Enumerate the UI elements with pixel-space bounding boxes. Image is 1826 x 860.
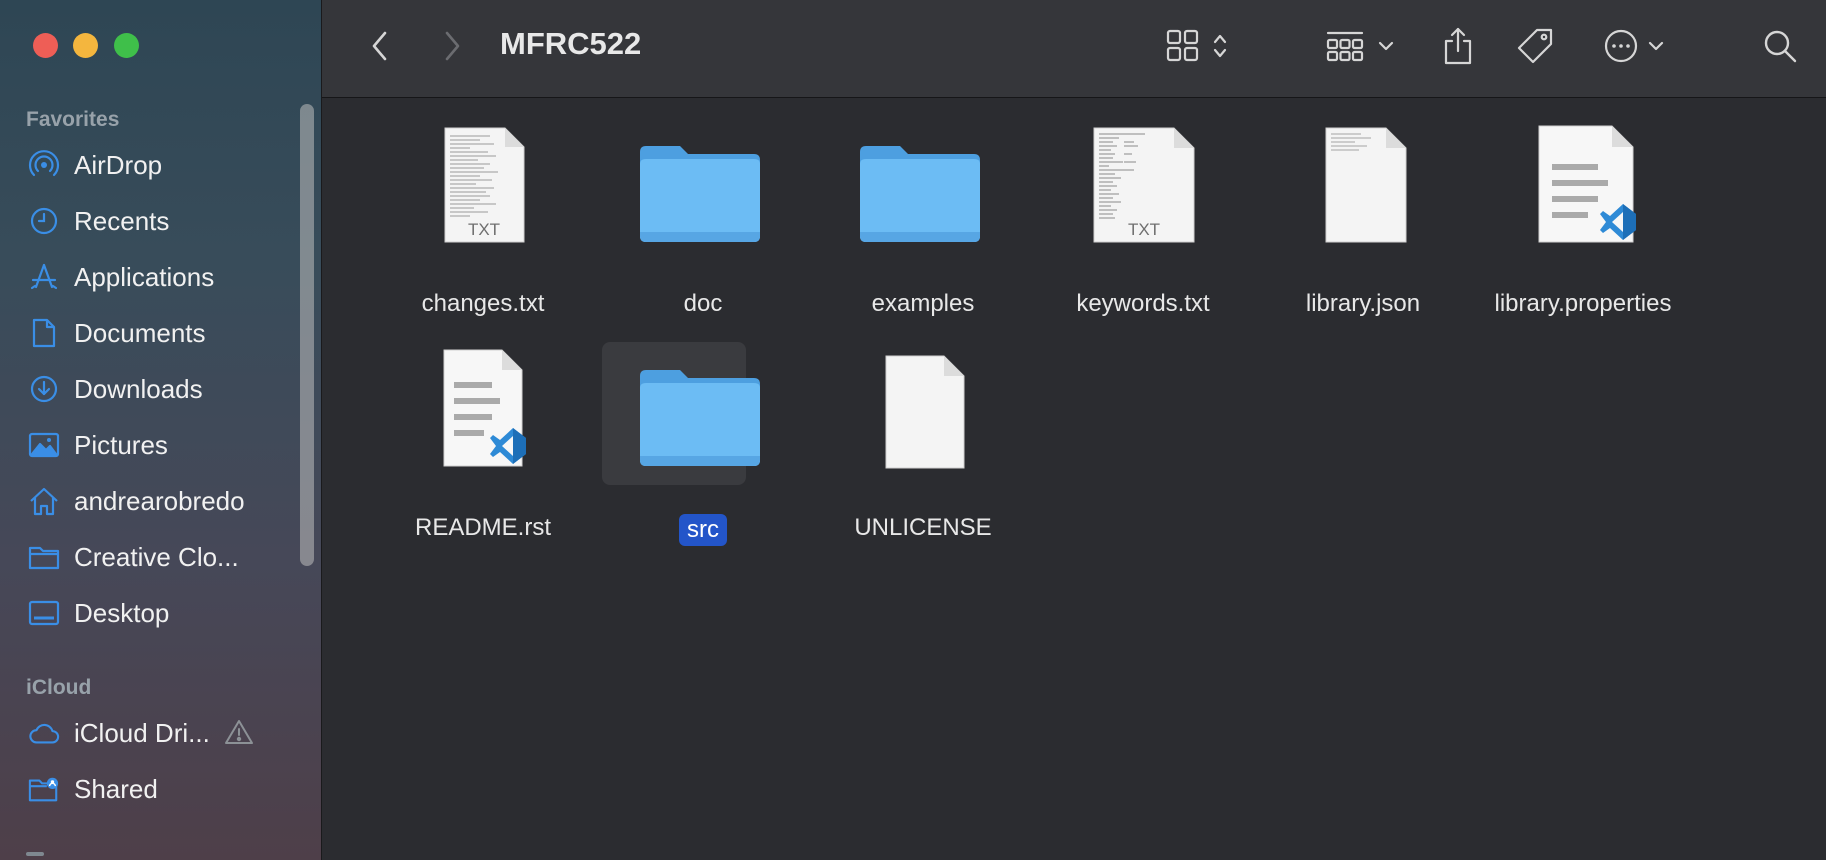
file-name: changes.txt <box>421 290 545 317</box>
zoom-window-button[interactable] <box>114 33 139 58</box>
tag-button[interactable] <box>1512 24 1558 68</box>
home-icon <box>28 485 60 517</box>
share-button[interactable] <box>1436 22 1480 70</box>
vscode-file-icon <box>388 348 578 494</box>
sidebar-item-label: Recents <box>74 205 170 236</box>
sidebar-item-airdrop[interactable]: AirDrop <box>0 140 300 190</box>
file-item[interactable]: TXT changes.txt <box>388 124 578 324</box>
cloud-icon <box>28 717 60 749</box>
blank-file-icon <box>828 348 1018 494</box>
search-button[interactable] <box>1758 24 1802 68</box>
chevron-down-icon <box>1648 41 1664 51</box>
file-name: examples <box>871 290 975 317</box>
document-icon <box>28 317 60 349</box>
clock-icon <box>28 205 60 237</box>
minimize-window-button[interactable] <box>73 33 98 58</box>
sidebar-item-icloud-drive[interactable]: iCloud Dri... <box>0 708 300 758</box>
folder-item[interactable]: doc <box>608 124 798 324</box>
tag-icon <box>1517 28 1553 64</box>
sidebar-item-shared[interactable]: Shared <box>0 764 300 814</box>
view-mode-button[interactable] <box>1160 24 1240 68</box>
back-button[interactable] <box>362 26 398 66</box>
chevron-right-icon <box>445 31 460 61</box>
sidebar: Favorites AirDrop Recents Applications D… <box>0 0 322 860</box>
chevron-down-icon <box>1378 41 1394 51</box>
forward-button[interactable] <box>434 26 470 66</box>
file-item[interactable]: library.json <box>1268 124 1458 324</box>
folder-icon <box>28 541 60 573</box>
vscode-file-icon <box>1488 124 1678 270</box>
file-name: src <box>679 514 727 546</box>
sidebar-item-documents[interactable]: Documents <box>0 308 300 358</box>
chevron-left-icon <box>372 31 387 61</box>
sidebar-scrollbar[interactable] <box>300 104 314 566</box>
file-item[interactable]: README.rst <box>388 348 578 548</box>
sidebar-item-label: Applications <box>74 261 215 292</box>
sidebar-item-recents[interactable]: Recents <box>0 196 300 246</box>
json-file-icon <box>1268 124 1458 270</box>
sidebar-item-pictures[interactable]: Pictures <box>0 420 300 470</box>
folder-icon <box>608 348 798 494</box>
window-title: MFRC522 <box>500 26 642 61</box>
file-name: library.properties <box>1494 290 1672 317</box>
sidebar-item-label: andrearobredo <box>74 485 245 516</box>
file-name: keywords.txt <box>1076 290 1210 317</box>
text-file-icon: TXT <box>1048 124 1238 270</box>
pictures-icon <box>28 429 60 461</box>
sidebar-next-heading-fragment <box>26 852 44 856</box>
airdrop-icon <box>28 149 60 181</box>
file-name: doc <box>683 290 723 317</box>
icloud-heading: iCloud <box>26 676 92 699</box>
warning-icon[interactable] <box>224 718 254 751</box>
toolbar: MFRC522 <box>322 0 1826 98</box>
share-icon <box>1444 27 1472 65</box>
file-name: README.rst <box>414 514 551 541</box>
file-item[interactable]: TXT keywords.txt <box>1048 124 1238 324</box>
file-name: UNLICENSE <box>854 514 992 541</box>
sidebar-item-label: Desktop <box>74 597 170 628</box>
sidebar-item-label: AirDrop <box>74 149 163 180</box>
applications-icon <box>28 261 60 293</box>
more-actions-button[interactable] <box>1600 24 1674 68</box>
svg-text:TXT: TXT <box>468 220 500 239</box>
sidebar-item-downloads[interactable]: Downloads <box>0 364 300 414</box>
group-button[interactable] <box>1322 24 1402 68</box>
desktop-icon <box>28 597 60 629</box>
sidebar-item-desktop[interactable]: Desktop <box>0 588 300 638</box>
sidebar-item-label: Documents <box>74 317 206 348</box>
sidebar-item-label: Shared <box>74 773 158 804</box>
grid-view-icon <box>1166 29 1199 62</box>
sidebar-item-label: Downloads <box>74 373 203 404</box>
sidebar-item-applications[interactable]: Applications <box>0 252 300 302</box>
folder-icon <box>828 124 1018 270</box>
sidebar-item-label: Creative Clo... <box>74 541 239 572</box>
group-icon <box>1326 31 1364 62</box>
sidebar-item-label: Pictures <box>74 429 168 460</box>
search-icon <box>1764 30 1797 63</box>
close-window-button[interactable] <box>33 33 58 58</box>
sidebar-item-label: iCloud Dri... <box>74 717 210 748</box>
text-file-icon: TXT <box>388 124 578 270</box>
favorites-heading: Favorites <box>26 108 120 131</box>
file-browser: TXT changes.txt doc examples TXT keyword… <box>322 98 1826 860</box>
folder-item-selected[interactable]: src <box>608 348 798 548</box>
download-icon <box>28 373 60 405</box>
file-item[interactable]: library.properties <box>1488 124 1678 324</box>
folder-icon <box>608 124 798 270</box>
file-name-container: src <box>588 514 818 546</box>
chevron-up-down-icon <box>1213 34 1227 58</box>
sidebar-item-home[interactable]: andrearobredo <box>0 476 300 526</box>
folder-item[interactable]: examples <box>828 124 1018 324</box>
ellipsis-circle-icon <box>1604 29 1638 63</box>
file-name: library.json <box>1305 290 1421 317</box>
svg-text:TXT: TXT <box>1128 220 1160 239</box>
sidebar-item-creative-cloud[interactable]: Creative Clo... <box>0 532 300 582</box>
file-item[interactable]: UNLICENSE <box>828 348 1018 548</box>
shared-folder-icon <box>28 773 60 805</box>
